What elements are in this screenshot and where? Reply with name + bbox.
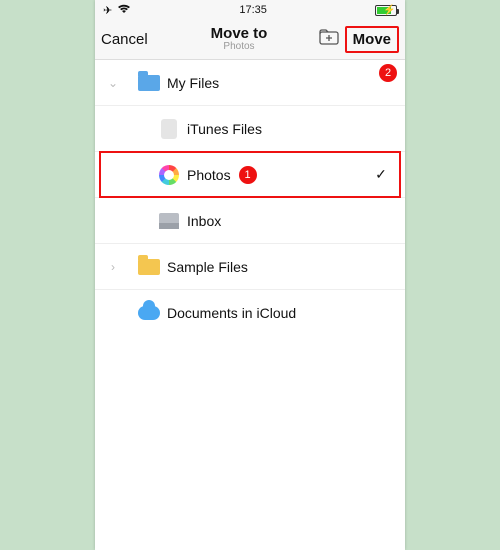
itunes-icon [161, 119, 177, 139]
wifi-icon [117, 3, 131, 17]
row-inbox[interactable]: Inbox [95, 198, 405, 244]
row-label: My Files [167, 75, 219, 91]
row-itunes-files[interactable]: iTunes Files [95, 106, 405, 152]
move-button[interactable]: Move [345, 26, 399, 53]
nav-bar: Cancel Move to Photos Move [95, 20, 405, 60]
row-label: iTunes Files [187, 121, 262, 137]
row-my-files[interactable]: ⌄ My Files [95, 60, 405, 106]
row-sample-files[interactable]: › Sample Files [95, 244, 405, 290]
annotation-badge-1: 1 [239, 166, 257, 184]
cloud-icon [138, 306, 160, 320]
folder-icon [138, 75, 160, 91]
airplane-icon: ✈ [103, 4, 112, 17]
folder-list: ⌄ My Files iTunes Files Photos 1 ✓ Inbox [95, 60, 405, 336]
photos-icon [159, 165, 179, 185]
row-photos[interactable]: Photos 1 ✓ [95, 152, 405, 198]
annotation-badge-2: 2 [379, 64, 397, 82]
phone-frame: ✈ 17:35 ⚡ Cancel Move to Photos Move 2 [95, 0, 405, 550]
chevron-down-icon: ⌄ [108, 76, 118, 90]
row-label: Photos [187, 167, 231, 183]
cancel-button[interactable]: Cancel [101, 31, 161, 48]
checkmark-icon: ✓ [375, 166, 387, 182]
status-bar: ✈ 17:35 ⚡ [95, 0, 405, 20]
folder-icon [138, 259, 160, 275]
inbox-icon [159, 213, 179, 229]
row-icloud[interactable]: Documents in iCloud [95, 290, 405, 336]
new-folder-icon[interactable] [319, 29, 339, 50]
chevron-right-icon: › [111, 260, 115, 274]
row-label: Inbox [187, 213, 221, 229]
nav-title: Move to [161, 26, 317, 41]
nav-subtitle: Photos [161, 41, 317, 53]
battery-icon: ⚡ [375, 5, 397, 16]
row-label: Documents in iCloud [167, 305, 296, 321]
row-label: Sample Files [167, 259, 248, 275]
status-time: 17:35 [239, 4, 267, 16]
